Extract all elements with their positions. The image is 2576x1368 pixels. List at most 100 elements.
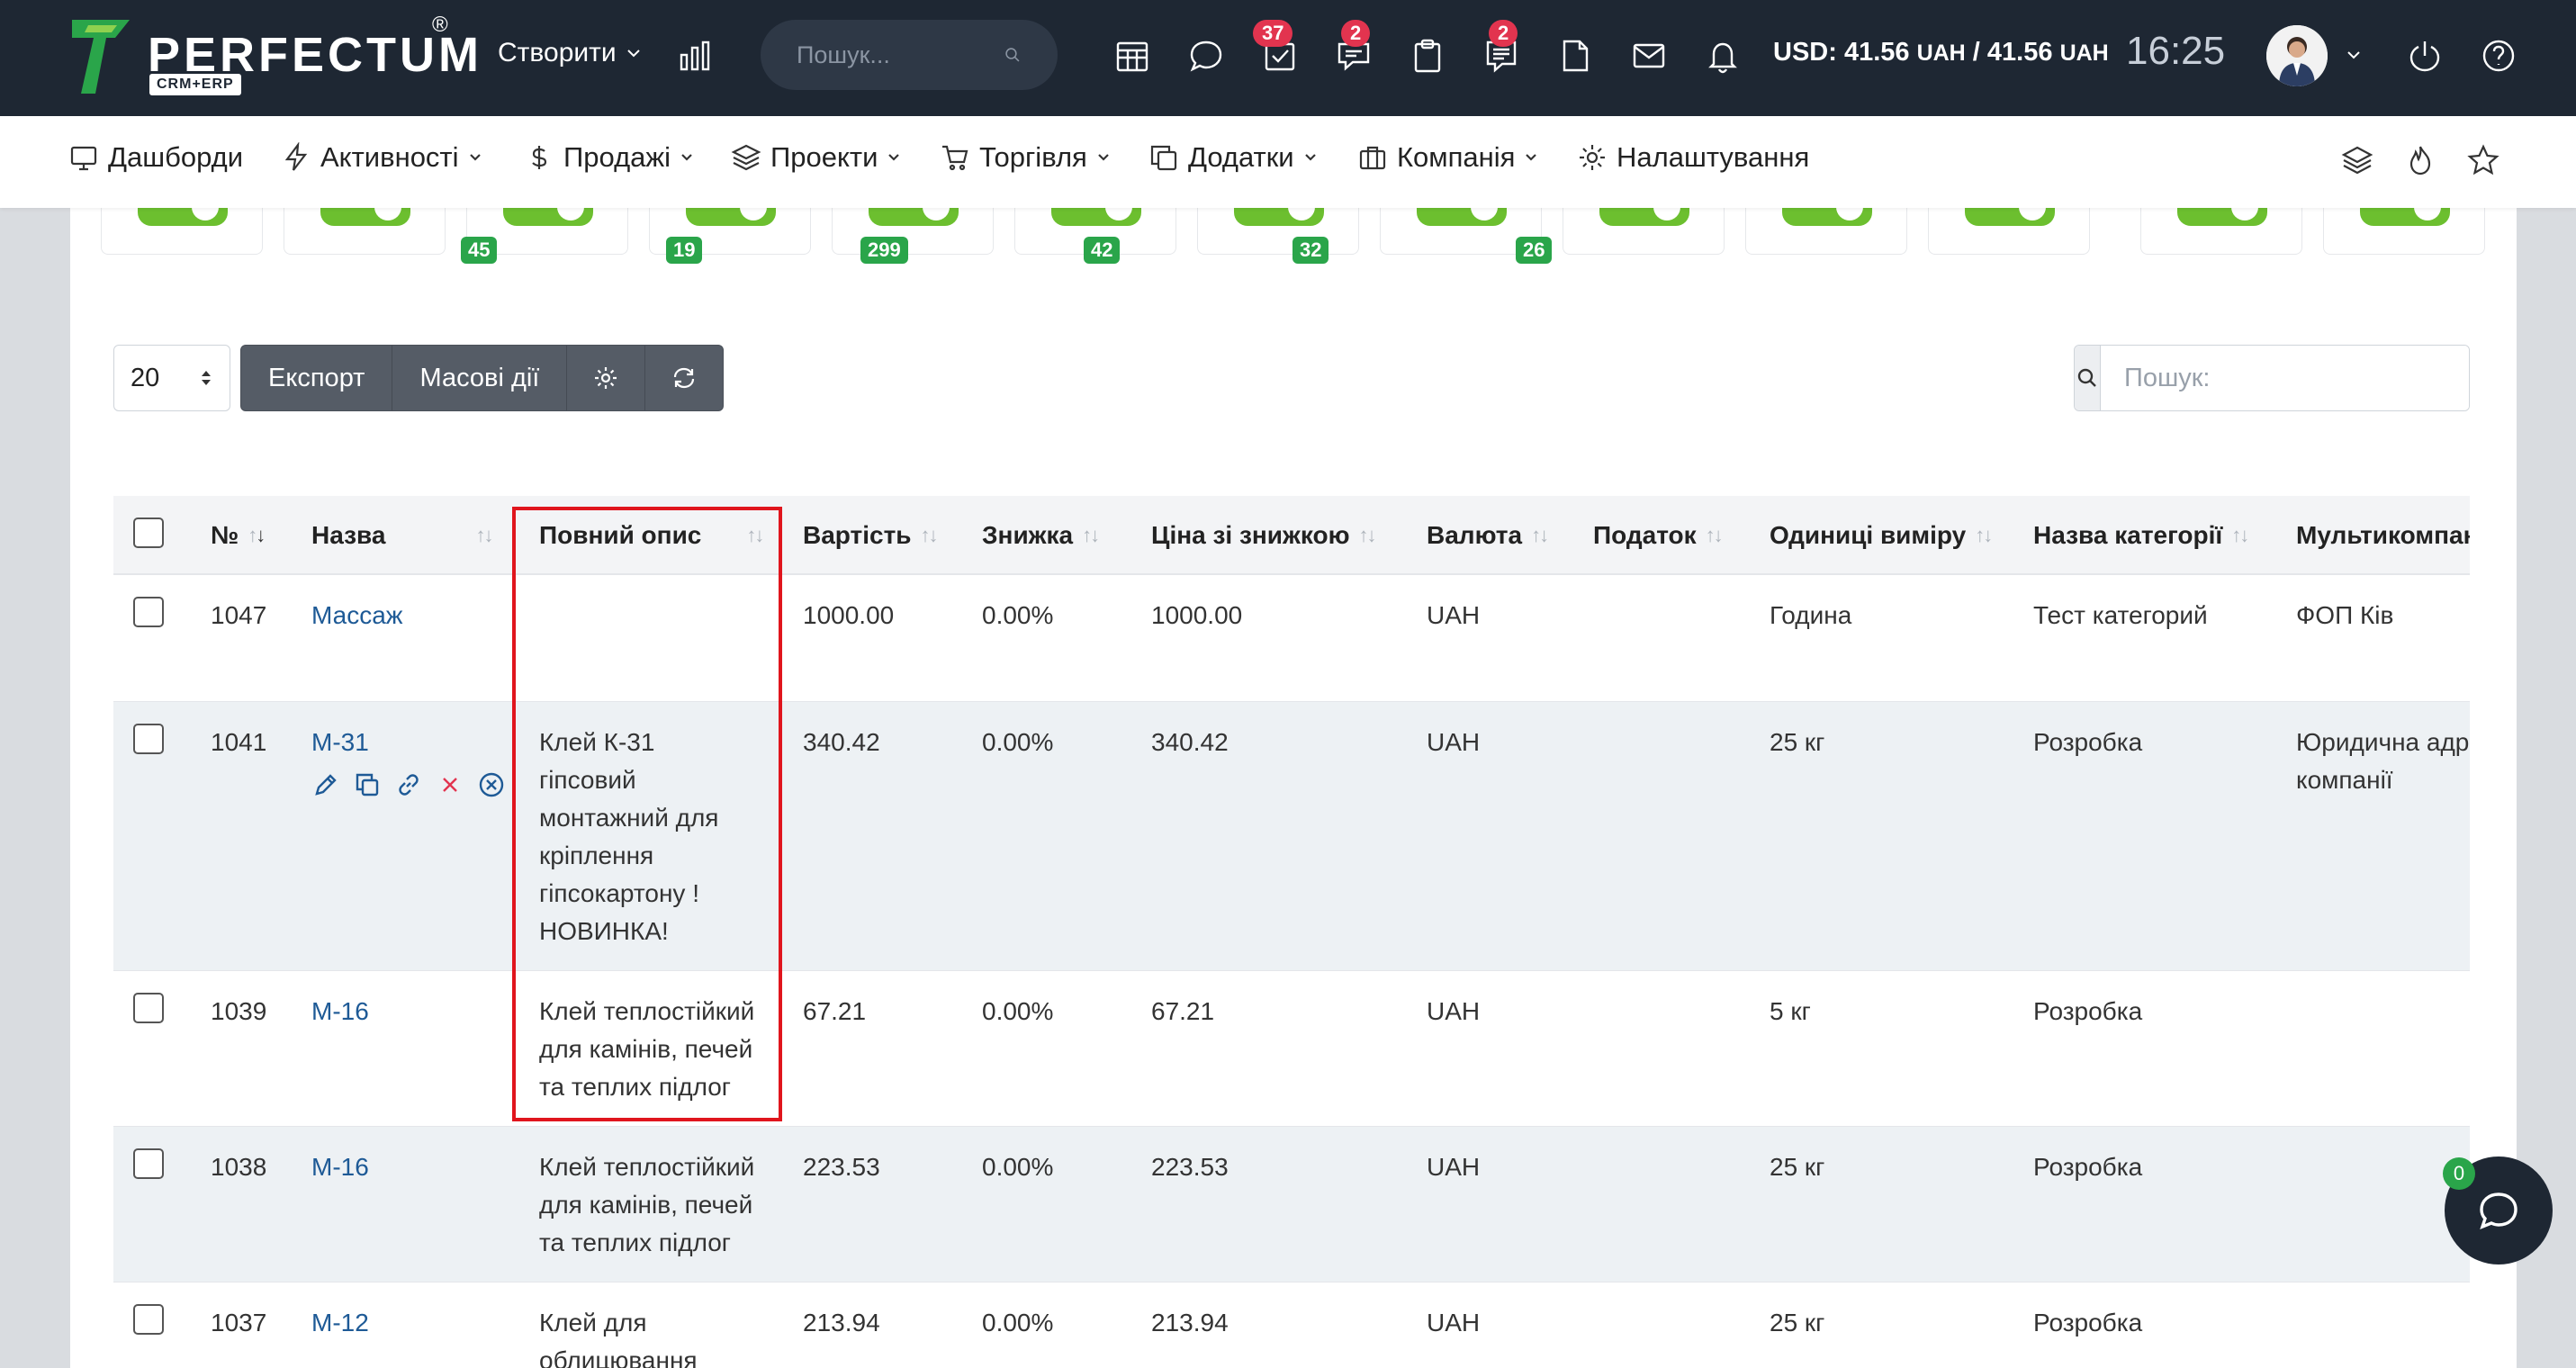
bell-icon[interactable]: [1701, 34, 1744, 77]
search-icon: [2075, 346, 2101, 410]
reports-chart-icon[interactable]: [673, 34, 716, 77]
table-row[interactable]: 1041 М-31 Клей К-31 гіпсовий монтажний д…: [113, 702, 2470, 971]
header-multicompany[interactable]: Мультикомпан: [2296, 521, 2470, 550]
row-checkbox[interactable]: [133, 1304, 164, 1335]
cell-currency: UAH: [1427, 601, 1481, 629]
header-label: Валюта: [1427, 521, 1523, 549]
nav-trade[interactable]: Торгівля: [940, 141, 1111, 174]
user-menu-chevron-icon[interactable]: [2346, 47, 2362, 63]
search-icon: [1005, 48, 1020, 62]
cell-currency: UAH: [1427, 728, 1481, 756]
table-row[interactable]: 1037 М-12 Клей для облицювання 213.94 0.…: [113, 1282, 2470, 1368]
link-icon[interactable]: [394, 770, 423, 799]
clipboard-icon[interactable]: [1406, 34, 1449, 77]
star-icon[interactable]: [2466, 143, 2500, 182]
nav-company[interactable]: Компанія: [1357, 141, 1538, 174]
create-menu[interactable]: Створити: [498, 38, 642, 68]
edit-pencil-icon[interactable]: [311, 770, 340, 799]
cell-discounted-price: 223.53: [1151, 1153, 1229, 1181]
cell-number: 1047: [211, 601, 267, 629]
header-discounted-price[interactable]: Ціна зі знижкою ↑↓: [1151, 521, 1377, 550]
calendar-icon[interactable]: [1111, 34, 1154, 77]
header-label: Назва: [311, 521, 386, 549]
row-checkbox[interactable]: [133, 993, 164, 1023]
desc-line: Клей теплостійкий: [539, 997, 755, 1025]
chat-bubble-icon[interactable]: [1184, 34, 1228, 77]
nav-label: Проекти: [770, 141, 878, 173]
chevron-down-icon: [888, 154, 900, 161]
cell-name-link[interactable]: М-16: [311, 993, 369, 1030]
select-all-checkbox[interactable]: [133, 518, 164, 548]
cell-cost: 223.53: [803, 1153, 880, 1181]
sort-icon: ↑↓: [1358, 524, 1377, 546]
nav-badge-activities: 45: [461, 237, 498, 264]
refresh-button[interactable]: [645, 346, 723, 410]
nav-projects[interactable]: Проекти: [731, 141, 901, 174]
power-icon[interactable]: [2403, 34, 2446, 77]
cell-discount: 0.00%: [982, 997, 1054, 1025]
cell-name-link[interactable]: М-12: [311, 1304, 369, 1342]
global-search[interactable]: [761, 20, 1058, 90]
help-icon[interactable]: [2477, 34, 2520, 77]
refresh-icon: [674, 367, 695, 389]
table-row[interactable]: 1039 М-16 Клей теплостійкий для камінів,…: [113, 971, 2470, 1127]
header-currency[interactable]: Валюта ↑↓: [1427, 521, 1549, 550]
cell-multicompany: ФОП Ків: [2296, 601, 2394, 629]
gear-icon: [595, 367, 617, 389]
table-search-input[interactable]: [2101, 346, 2469, 410]
header-number[interactable]: № ↑↓: [211, 521, 266, 550]
messages-badge: 2: [1341, 20, 1371, 47]
duplicate-icon[interactable]: [353, 770, 382, 799]
bulk-actions-button[interactable]: Масові дії: [392, 346, 568, 410]
page-length-select[interactable]: 20: [113, 345, 230, 411]
table-row[interactable]: 1038 М-16 Клей теплостійкий для камінів,…: [113, 1127, 2470, 1282]
nav-label: Дашборди: [108, 141, 244, 173]
header-full-description[interactable]: Повний опис ↑↓: [539, 521, 764, 550]
nav-settings[interactable]: Налаштування: [1577, 141, 1809, 174]
export-button[interactable]: Експорт: [241, 346, 393, 410]
mail-icon[interactable]: [1627, 34, 1671, 77]
row-checkbox[interactable]: [133, 597, 164, 627]
cell-name-link[interactable]: Массаж: [311, 597, 403, 634]
desc-line: Клей для: [539, 1309, 647, 1336]
chat-badge: 0: [2443, 1157, 2475, 1190]
header-tax[interactable]: Податок ↑↓: [1593, 521, 1724, 550]
cell-currency: UAH: [1427, 997, 1481, 1025]
header-units[interactable]: Одиниці виміру ↑↓: [1770, 521, 1993, 550]
row-checkbox[interactable]: [133, 1148, 164, 1179]
desc-line: для камінів, печей: [539, 1191, 753, 1219]
layers-quick-icon[interactable]: [2340, 143, 2374, 182]
table-settings-button[interactable]: [567, 346, 646, 410]
chevron-down-icon: [1098, 154, 1109, 161]
nav-addons[interactable]: Додатки: [1148, 141, 1318, 174]
desc-line: Клей теплостійкий: [539, 1153, 755, 1181]
user-avatar[interactable]: [2266, 25, 2328, 86]
header-name[interactable]: Назва ↑↓: [311, 521, 493, 550]
cell-cost: 1000.00: [803, 601, 895, 629]
global-search-input[interactable]: [797, 40, 1004, 69]
delete-x-icon[interactable]: [436, 770, 464, 799]
row-checkbox[interactable]: [133, 724, 164, 754]
cancel-circle-icon[interactable]: [477, 770, 506, 799]
cell-multicompany: Юридична адр компанії: [2296, 724, 2469, 799]
cell-cost: 340.42: [803, 728, 880, 756]
header-cost[interactable]: Вартість ↑↓: [803, 521, 939, 550]
nav-sales[interactable]: Продажі: [524, 141, 694, 174]
header-discount[interactable]: Знижка ↑↓: [982, 521, 1100, 550]
sort-icon: ↑↓: [1082, 524, 1100, 546]
cell-units: 25 кг: [1770, 728, 1825, 756]
fire-icon[interactable]: [2403, 143, 2437, 182]
dashboard-icon: [70, 146, 97, 171]
nav-activities[interactable]: Активності: [281, 141, 482, 174]
cell-name-link[interactable]: М-31: [311, 724, 369, 761]
cell-units: 25 кг: [1770, 1153, 1825, 1181]
brand-logo[interactable]: PERFECTUM ® CRM+ERP: [70, 13, 479, 101]
chevron-down-icon: [626, 50, 640, 58]
nav-dashboards[interactable]: Дашборди: [68, 141, 243, 174]
nav-badge-projects: 299: [860, 237, 908, 264]
header-category[interactable]: Назва категорії ↑↓: [2033, 521, 2249, 550]
document-icon[interactable]: [1554, 34, 1597, 77]
table-row[interactable]: 1047 Массаж 1000.00 0.00% 1000.00 UAH Го…: [113, 575, 2470, 702]
cell-cost: 213.94: [803, 1309, 880, 1336]
cell-name-link[interactable]: М-16: [311, 1148, 369, 1186]
